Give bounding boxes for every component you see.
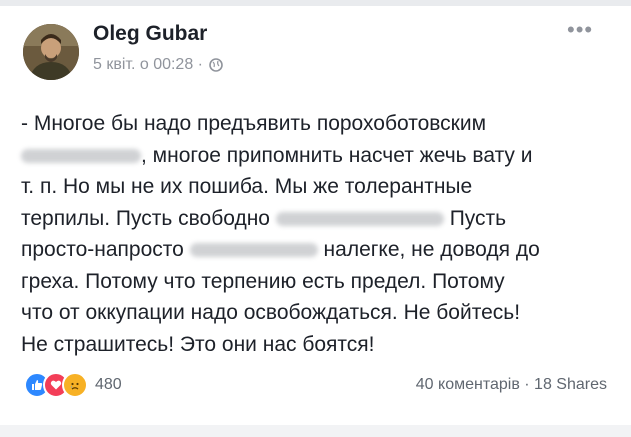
author-name[interactable]: Oleg Gubar bbox=[93, 22, 207, 46]
post-line: греха. Потому что терпению есть предел. … bbox=[21, 269, 505, 293]
post-meta: 5 квіт. о 00:28 · bbox=[93, 56, 223, 74]
comments-shares[interactable]: 40 коментарів · 18 Shares bbox=[416, 376, 607, 394]
post-line: просто-напросто налегке, не доводя до bbox=[21, 238, 540, 261]
globe-icon bbox=[209, 58, 223, 72]
avatar[interactable] bbox=[23, 24, 79, 80]
censored-word bbox=[189, 243, 318, 258]
ellipsis-icon[interactable]: ••• bbox=[567, 19, 593, 41]
post-line: что от оккупации надо освобождаться. Не … bbox=[21, 301, 521, 324]
timestamp[interactable]: 5 квіт. о 00:28 · bbox=[93, 56, 203, 74]
bottom-border bbox=[0, 425, 631, 437]
reactions-count[interactable]: 480 bbox=[95, 376, 122, 394]
censored-word bbox=[21, 148, 141, 163]
post-line: Не страшитесь! Это они нас боятся! bbox=[21, 332, 375, 356]
post-line: терпилы. Пусть свободно Пусть bbox=[21, 206, 507, 230]
post-text: - Многое бы надо предъявить порохоботовс… bbox=[21, 108, 617, 360]
post-line: , многое припомнить насчет жечь вату и bbox=[21, 140, 617, 172]
reactions-summary[interactable]: 480 bbox=[24, 372, 122, 398]
top-border bbox=[0, 0, 631, 6]
post-line: - Многое бы надо предъявить порохоботовс… bbox=[21, 112, 487, 135]
sad-icon bbox=[62, 372, 88, 398]
post-line: т. п. Но мы не их пошиба. Мы же толерант… bbox=[21, 175, 473, 198]
censored-word bbox=[275, 211, 444, 226]
